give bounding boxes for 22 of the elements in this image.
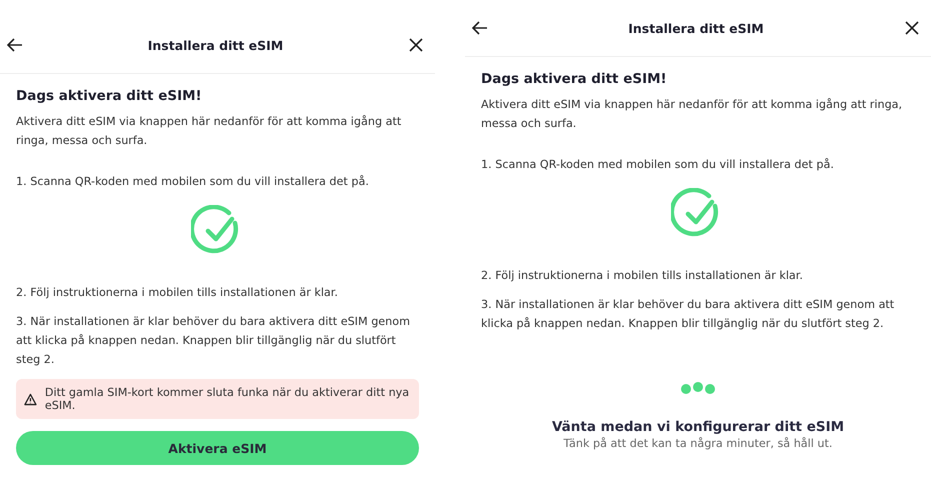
close-button[interactable] [902, 19, 921, 37]
back-button[interactable] [6, 36, 24, 54]
step-text: 2. Följ instruktionerna i mobilen tills installationen är klar. [16, 285, 339, 301]
step-text: 2. Följ instruktionerna i mobilen tills installationen är klar. [481, 268, 804, 284]
section-heading: Dags aktivera ditt eSIM! [481, 71, 668, 87]
step-text: 3. När installationen är klar behöver du bara aktivera ditt eSIM genom att klicka på knappen nedan. Knappen blir tillgänglig när du slutfört steg 2. [16, 314, 412, 368]
step-text: 1. Scanna QR-koden med mobilen som du vill installera det på. [16, 174, 370, 190]
activate-button[interactable]: Aktivera eSIM [16, 431, 419, 465]
intro-text: Aktivera ditt eSIM via knappen här nedanför för att komma igång att ringa, messa och surfa. [16, 114, 402, 149]
step-text: 1. Scanna QR-koden med mobilen som du vill installera det på. [481, 157, 835, 173]
dialog-title: Installera ditt eSIM [148, 38, 284, 52]
step-text: 3. När installationen är klar behöver du bara aktivera ditt eSIM genom att klicka på knappen nedan. Knappen blir tillgänglig när du slutfört steg 2. [481, 297, 896, 332]
waiting-title: Vänta medan vi konfigurerar ditt eSIM [550, 419, 846, 435]
loading-dots-icon [680, 381, 716, 395]
intro-text: Aktivera ditt eSIM via knappen här nedanför för att komma igång att ringa, messa och surfa. [481, 97, 904, 132]
dialog-title: Installera ditt eSIM [628, 20, 764, 36]
waiting-subtitle: Tänk på att det kan ta några minuter, så håll ut. [562, 437, 834, 450]
back-button[interactable] [471, 19, 489, 37]
close-button[interactable] [406, 36, 425, 54]
warning-text: Ditt gamla SIM-kort kommer sluta funka när du aktiverar ditt nya eSIM. [44, 386, 410, 412]
section-heading: Dags aktivera ditt eSIM! [16, 88, 203, 104]
warning-icon [24, 392, 37, 406]
